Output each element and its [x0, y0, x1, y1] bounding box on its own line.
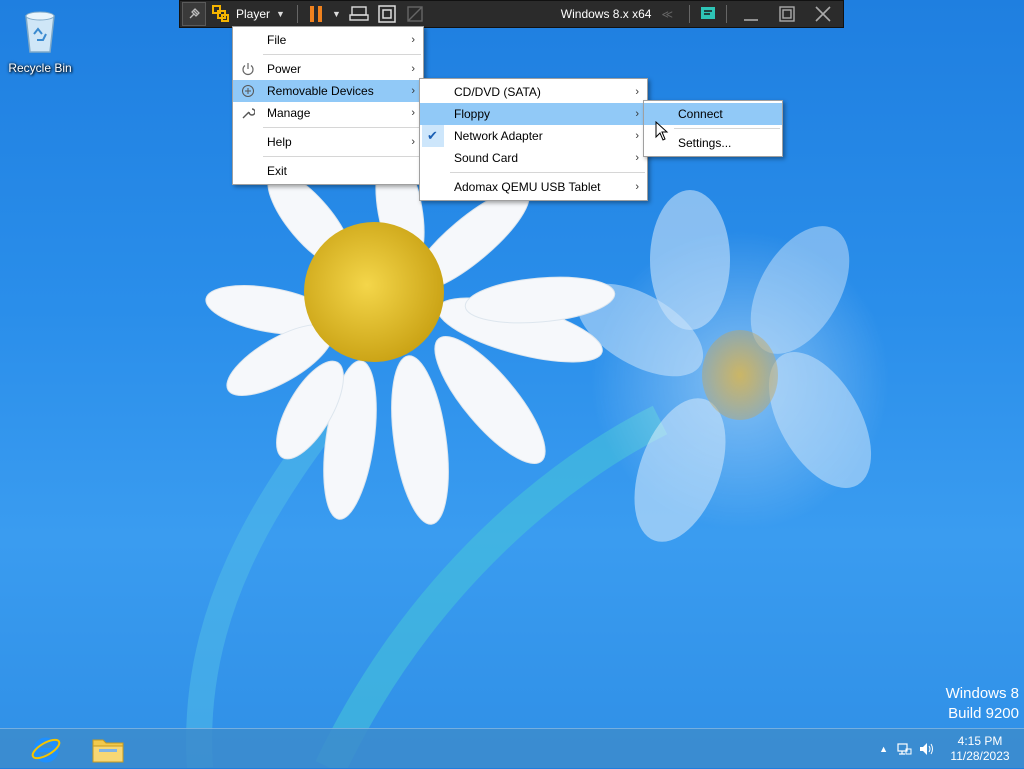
chevron-right-icon: › [635, 108, 639, 120]
pause-button[interactable] [304, 2, 328, 26]
player-menu-label: Player [236, 7, 271, 21]
menu-item-label: Adomax QEMU USB Tablet [454, 180, 601, 194]
chevron-right-icon: › [411, 85, 415, 97]
menu-item-floppy[interactable]: Floppy › [420, 103, 647, 125]
menu-item-removable-devices[interactable]: Removable Devices › [233, 80, 423, 102]
menu-item-label: Manage [267, 106, 311, 120]
clock-date: 11/28/2023 [950, 749, 1010, 763]
collapse-icon[interactable]: ≪ [661, 8, 673, 21]
close-button[interactable] [805, 2, 841, 26]
menu-item-label: Exit [267, 164, 288, 178]
player-logo-icon [212, 5, 229, 22]
menu-separator [263, 127, 421, 128]
menu-item-label: Removable Devices [267, 84, 374, 98]
chevron-right-icon: › [411, 63, 415, 75]
vm-toolbar: Player ▼ ▼ Windows 8.x x64 ≪ [179, 0, 844, 28]
menu-item-file[interactable]: File › [233, 29, 423, 51]
menu-item-label: Power [267, 62, 302, 76]
removable-devices-icon [242, 85, 254, 97]
checkmark-icon: ✔ [427, 128, 438, 143]
minimize-icon [744, 19, 758, 21]
menu-item-help[interactable]: Help › [233, 131, 423, 153]
watermark-line1: Windows 8 [945, 685, 1019, 702]
file-explorer-button[interactable] [82, 731, 134, 767]
recycle-bin-label: Recycle Bin [8, 61, 72, 75]
restore-button[interactable] [769, 2, 805, 26]
pause-dropdown-icon[interactable]: ▼ [332, 9, 341, 19]
menu-separator [263, 156, 421, 157]
menu-item-label: Network Adapter [454, 129, 543, 143]
toolbar-divider [689, 5, 690, 23]
menu-item-label: Help [267, 135, 292, 149]
chevron-right-icon: › [411, 107, 415, 119]
menu-separator [450, 172, 645, 173]
internet-explorer-button[interactable] [20, 731, 72, 767]
fit-guest-button[interactable] [373, 2, 401, 26]
clock[interactable]: 4:15 PM 11/28/2023 [944, 734, 1016, 764]
unity-button[interactable] [401, 2, 429, 26]
chevron-right-icon: › [635, 152, 639, 164]
show-hidden-icons-icon[interactable]: ▲ [879, 744, 888, 754]
menu-separator [263, 54, 421, 55]
internet-explorer-icon [31, 737, 61, 763]
menu-item-power[interactable]: Power › [233, 58, 423, 80]
menu-item-manage[interactable]: Manage › [233, 102, 423, 124]
menu-item-sound-card[interactable]: Sound Card › [420, 147, 647, 169]
watermark-line2: Build 9200 [948, 705, 1019, 722]
removable-devices-submenu: CD/DVD (SATA) › Floppy › ✔ Network Adapt… [419, 78, 648, 201]
power-icon [242, 63, 254, 76]
clock-time: 4:15 PM [957, 734, 1003, 748]
chevron-right-icon: › [635, 86, 639, 98]
recycle-bin-shortcut[interactable]: Recycle Bin [6, 6, 74, 75]
menu-item-exit[interactable]: Exit [233, 160, 423, 182]
menu-separator [674, 128, 780, 129]
send-ctrl-alt-del-button[interactable] [345, 2, 373, 26]
menu-item-label: Sound Card [454, 151, 519, 165]
taskbar: ▲ 4:15 PM 11/28/2023 [0, 728, 1024, 768]
menu-item-network-adapter[interactable]: ✔ Network Adapter › [420, 125, 647, 147]
menu-item-usb-tablet[interactable]: Adomax QEMU USB Tablet › [420, 176, 647, 198]
chevron-right-icon: › [411, 34, 415, 46]
menu-item-label: Floppy [454, 107, 491, 121]
chevron-right-icon: › [635, 181, 639, 193]
send-ctrl-alt-del-icon [349, 6, 369, 21]
folder-icon [92, 739, 124, 763]
unity-icon [407, 6, 423, 22]
recycle-bin-icon [25, 11, 55, 53]
chevron-right-icon: › [635, 130, 639, 142]
chevron-right-icon: › [411, 136, 415, 148]
player-menu: File › Power › Removable Devices › Manag… [232, 26, 424, 185]
toolbar-divider [296, 5, 298, 23]
pin-toolbar-button[interactable] [182, 2, 206, 26]
menu-item-label: Settings... [678, 136, 732, 150]
pin-icon [189, 8, 200, 19]
vm-name: Windows 8.x x64 [560, 7, 652, 21]
network-icon[interactable] [896, 741, 912, 757]
wrench-icon [242, 108, 255, 119]
pause-icon [309, 6, 322, 22]
message-log-button[interactable] [696, 2, 720, 26]
menu-item-label: CD/DVD (SATA) [454, 85, 541, 99]
close-icon [815, 6, 831, 22]
menu-item-cd-dvd[interactable]: CD/DVD (SATA) › [420, 81, 647, 103]
system-tray: ▲ 4:15 PM 11/28/2023 [879, 729, 1024, 769]
minimize-button[interactable] [733, 2, 769, 26]
message-log-icon [701, 7, 715, 19]
restore-icon [779, 6, 795, 22]
volume-icon[interactable] [918, 741, 934, 757]
player-menu-button[interactable]: Player ▼ [206, 5, 291, 23]
os-watermark: Windows 8 Build 9200 [946, 684, 1019, 724]
menu-item-label: File [267, 33, 287, 47]
mouse-cursor-icon [655, 121, 669, 141]
chevron-down-icon: ▼ [276, 9, 285, 19]
menu-item-label: Connect [678, 107, 723, 121]
toolbar-divider [726, 5, 727, 23]
fit-guest-icon [378, 5, 396, 23]
